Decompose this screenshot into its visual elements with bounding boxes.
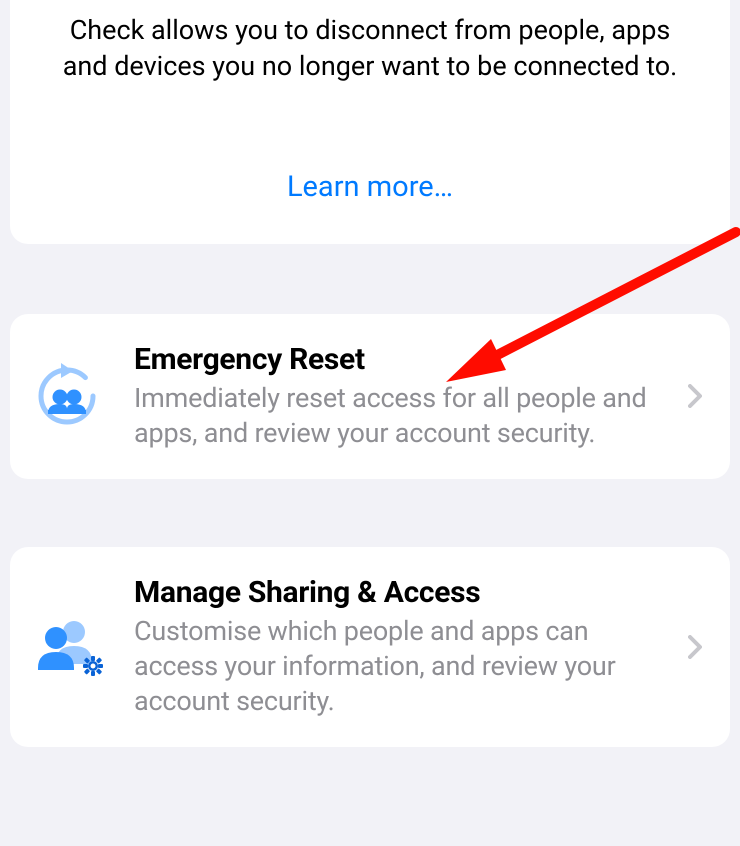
- learn-more-link[interactable]: Learn more…: [10, 170, 730, 204]
- manage-sharing-row[interactable]: Manage Sharing & Access Customise which …: [10, 547, 730, 747]
- emergency-reset-content: Emergency Reset Immediately reset access…: [106, 342, 680, 451]
- manage-sharing-title: Manage Sharing & Access: [134, 575, 674, 610]
- chevron-right-icon: [680, 384, 710, 408]
- chevron-right-icon: [680, 635, 710, 659]
- manage-sharing-description: Customise which people and apps can acce…: [134, 614, 674, 719]
- emergency-reset-row[interactable]: Emergency Reset Immediately reset access…: [10, 314, 730, 479]
- emergency-reset-icon: [28, 363, 106, 429]
- emergency-reset-description: Immediately reset access for all people …: [134, 381, 674, 451]
- intro-description: Check allows you to disconnect from peop…: [10, 0, 730, 85]
- manage-sharing-icon: [28, 618, 106, 676]
- manage-sharing-content: Manage Sharing & Access Customise which …: [106, 575, 680, 719]
- emergency-reset-title: Emergency Reset: [134, 342, 674, 377]
- intro-card: Check allows you to disconnect from peop…: [10, 0, 730, 244]
